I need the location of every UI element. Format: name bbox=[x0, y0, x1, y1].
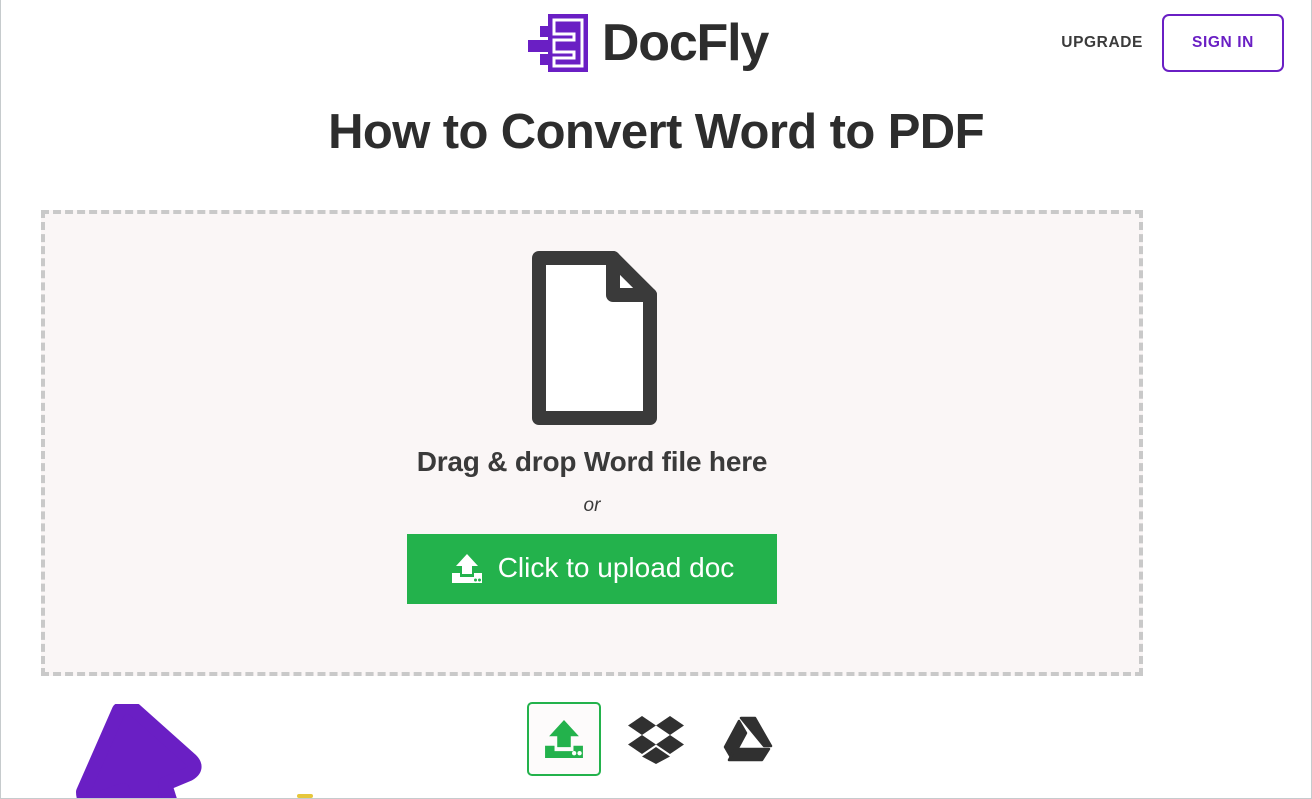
source-tab-upload-from-computer[interactable] bbox=[527, 702, 601, 776]
upload-source-tabs bbox=[1, 702, 1311, 776]
dropbox-icon bbox=[628, 714, 684, 764]
source-tab-google-drive[interactable] bbox=[711, 702, 785, 776]
document-icon bbox=[525, 214, 659, 427]
upload-button-label: Click to upload doc bbox=[497, 552, 735, 583]
google-drive-icon bbox=[723, 716, 773, 762]
sign-in-button[interactable]: SIGN IN bbox=[1162, 14, 1284, 72]
header-actions: UPGRADE SIGN IN bbox=[1061, 0, 1284, 86]
source-tab-dropbox[interactable] bbox=[619, 702, 693, 776]
click-to-upload-button[interactable]: Click to upload doc bbox=[407, 534, 777, 604]
upload-icon bbox=[541, 716, 587, 762]
page-title: How to Convert Word to PDF bbox=[328, 105, 984, 159]
browser-viewport: DocFly UPGRADE SIGN IN How to Convert Wo… bbox=[0, 0, 1312, 799]
docfly-logo-icon bbox=[527, 12, 588, 74]
upgrade-link[interactable]: UPGRADE bbox=[1061, 34, 1143, 52]
site-header: DocFly UPGRADE SIGN IN bbox=[1, 0, 1311, 86]
file-dropzone[interactable]: Drag & drop Word file here or Click to u… bbox=[41, 210, 1143, 676]
dropzone-or-label: or bbox=[583, 495, 601, 516]
brand-name: DocFly bbox=[601, 14, 769, 72]
upload-icon bbox=[450, 552, 484, 586]
brand-logo[interactable]: DocFly bbox=[527, 12, 769, 74]
dropzone-title: Drag & drop Word file here bbox=[416, 446, 768, 477]
page-edge-sliver bbox=[297, 794, 313, 798]
